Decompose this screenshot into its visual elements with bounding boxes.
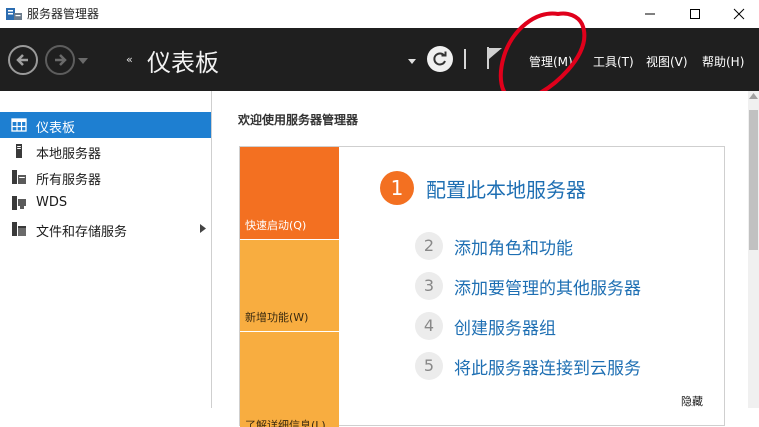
step-number: 3 — [415, 272, 443, 300]
step-link[interactable]: 将此服务器连接到云服务 — [454, 354, 641, 379]
sidebar-item-label: 仪表板 — [36, 121, 76, 136]
refresh-dropdown-icon[interactable] — [408, 59, 416, 64]
storage-icon — [12, 222, 26, 236]
servers-icon — [12, 170, 26, 184]
step-number: 5 — [415, 352, 443, 380]
step-link[interactable]: 配置此本地服务器 — [426, 174, 586, 203]
minimize-button[interactable] — [627, 0, 673, 28]
sidebar-item-label: WDS — [36, 195, 68, 210]
tile-label: 快速启动(Q) — [245, 219, 307, 232]
sidebar-item-label: 所有服务器 — [36, 173, 102, 188]
breadcrumb-arrows[interactable]: ‹‹ — [126, 53, 133, 66]
maximize-icon — [690, 9, 700, 19]
welcome-panel: 快速启动(Q) 新增功能(W) 了解详细信息(L) 1 配置此本地服务器 2 添… — [239, 146, 725, 427]
scroll-up-icon[interactable] — [749, 93, 758, 99]
sidebar: 仪表板 本地服务器 所有服务器 WDS 文件和存储服务 — [0, 91, 212, 408]
tile-quick-start[interactable]: 快速启动(Q) — [240, 147, 339, 239]
step-link[interactable]: 添加角色和功能 — [454, 234, 573, 259]
title-bar: 服务器管理器 — [0, 0, 759, 28]
step-link[interactable]: 添加要管理的其他服务器 — [454, 274, 641, 299]
sidebar-item-label: 本地服务器 — [36, 147, 102, 162]
close-button[interactable] — [716, 0, 759, 28]
forward-icon — [55, 54, 67, 66]
expand-arrow-icon[interactable] — [200, 224, 206, 233]
menu-view[interactable]: 视图(V) — [646, 53, 688, 70]
window-title: 服务器管理器 — [27, 7, 100, 21]
back-icon — [16, 54, 28, 66]
command-bar: ‹‹ 仪表板 管理(M) 工具(T) 视图(V) 帮助(H) — [0, 28, 759, 91]
main-content: 欢迎使用服务器管理器 快速启动(Q) 新增功能(W) 了解详细信息(L) 1 配… — [212, 91, 759, 427]
step-number: 2 — [415, 232, 443, 260]
tile-whats-new[interactable]: 新增功能(W) — [240, 240, 339, 331]
dashboard-icon — [11, 118, 27, 132]
wds-icon — [12, 196, 26, 210]
sidebar-item-file-storage[interactable]: 文件和存储服务 — [0, 216, 211, 242]
scrollbar-thumb[interactable] — [749, 110, 758, 250]
step-number: 4 — [415, 312, 443, 340]
minimize-icon — [645, 13, 655, 15]
sidebar-item-label: 文件和存储服务 — [36, 225, 128, 240]
tile-learn-more[interactable]: 了解详细信息(L) — [240, 332, 339, 427]
sidebar-item-dashboard[interactable]: 仪表板 — [0, 112, 211, 138]
step-link[interactable]: 创建服务器组 — [454, 314, 556, 339]
step-number: 1 — [380, 171, 414, 205]
tile-label: 了解详细信息(L) — [245, 419, 326, 427]
sidebar-item-wds[interactable]: WDS — [0, 190, 211, 216]
hide-link[interactable]: 隐藏 — [681, 393, 703, 409]
close-icon — [733, 8, 745, 20]
menu-tools[interactable]: 工具(T) — [593, 53, 634, 70]
history-dropdown-icon[interactable] — [78, 58, 88, 64]
refresh-icon — [433, 51, 447, 66]
menu-help[interactable]: 帮助(H) — [702, 53, 744, 70]
server-manager-app-icon — [6, 8, 22, 20]
welcome-heading: 欢迎使用服务器管理器 — [238, 113, 359, 127]
page-title: 仪表板 — [147, 49, 219, 77]
server-icon — [16, 144, 22, 158]
tile-label: 新增功能(W) — [245, 311, 309, 324]
maximize-button[interactable] — [672, 0, 718, 28]
forward-button[interactable] — [45, 45, 75, 75]
sidebar-item-local-server[interactable]: 本地服务器 — [0, 138, 211, 164]
back-button[interactable] — [8, 45, 38, 75]
sidebar-item-all-servers[interactable]: 所有服务器 — [0, 164, 211, 190]
toolbar-separator — [464, 49, 466, 69]
flag-icon[interactable] — [486, 46, 504, 70]
refresh-button[interactable] — [427, 46, 453, 72]
menu-manage[interactable]: 管理(M) — [529, 53, 573, 70]
